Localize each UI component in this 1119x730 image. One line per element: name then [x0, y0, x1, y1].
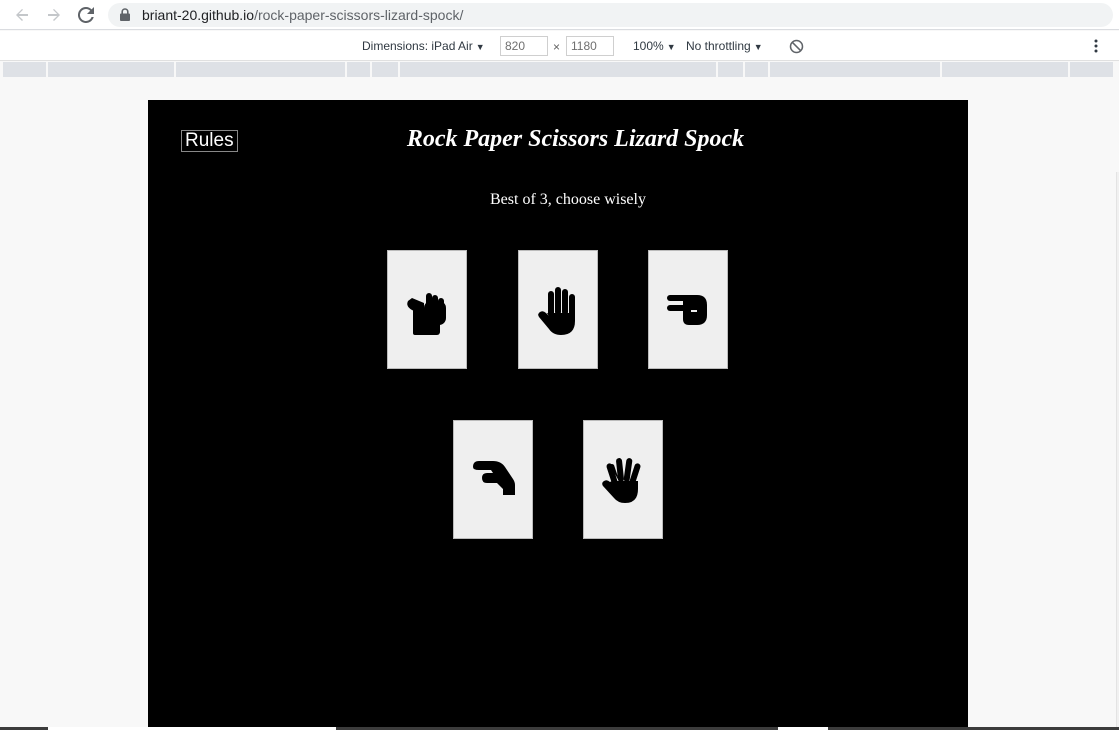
- device-toolbar: Dimensions: iPad Air▼ × 100%▼ No throttl…: [0, 31, 1119, 61]
- arrow-right-icon: [48, 9, 60, 21]
- chevron-down-icon: ▼: [475, 42, 485, 52]
- zoom-label: 100%: [633, 39, 664, 53]
- throttling-select[interactable]: No throttling ▼: [686, 39, 763, 53]
- choice-scissors-card[interactable]: [648, 250, 728, 369]
- hand-paper-icon: [538, 286, 575, 335]
- choice-paper-card[interactable]: [518, 250, 598, 369]
- forward-button[interactable]: [43, 4, 65, 26]
- address-bar[interactable]: briant-20.github.io/rock-paper-scissors-…: [108, 3, 1113, 27]
- media-query-segment[interactable]: [48, 62, 174, 77]
- arrow-left-icon: [16, 9, 28, 21]
- back-button[interactable]: [11, 4, 33, 26]
- media-query-segment[interactable]: [400, 62, 716, 77]
- rotate-icon[interactable]: [789, 39, 804, 54]
- width-input[interactable]: [500, 36, 548, 56]
- times-sign: ×: [553, 40, 561, 54]
- media-query-segment[interactable]: [372, 62, 398, 77]
- zoom-select[interactable]: 100% ▼: [633, 39, 676, 53]
- hand-rock-icon: [407, 292, 446, 335]
- lock-icon: [120, 8, 130, 21]
- url-path: /rock-paper-scissors-lizard-spock/: [254, 7, 464, 23]
- media-query-segment[interactable]: [1070, 62, 1113, 77]
- url-host: briant-20.github.io: [142, 7, 255, 23]
- height-input[interactable]: [566, 36, 614, 56]
- game-subtitle: Best of 3, choose wisely: [490, 191, 646, 208]
- hand-spock-icon: [602, 457, 641, 503]
- media-query-segment[interactable]: [347, 62, 370, 77]
- media-query-segment[interactable]: [3, 62, 46, 77]
- media-query-segment[interactable]: [176, 62, 345, 77]
- media-query-segment[interactable]: [770, 62, 940, 77]
- browser-toolbar: briant-20.github.io/rock-paper-scissors-…: [0, 0, 1119, 30]
- url-text: briant-20.github.io/rock-paper-scissors-…: [142, 7, 463, 23]
- device-select[interactable]: Dimensions: iPad Air ▼: [362, 39, 485, 53]
- choice-spock-card[interactable]: [583, 420, 663, 539]
- chevron-down-icon: ▼: [666, 42, 676, 52]
- reload-button[interactable]: [75, 4, 97, 26]
- media-query-bar: [0, 62, 1119, 78]
- media-query-segment[interactable]: [942, 62, 1068, 77]
- media-query-segment[interactable]: [745, 62, 768, 77]
- choice-lizard-card[interactable]: [453, 420, 533, 539]
- game-title: Rock Paper Scissors Lizard Spock: [406, 126, 745, 152]
- hand-scissors-icon: [667, 294, 707, 325]
- device-viewport: Rules Rock Paper Scissors Lizard Spock B…: [148, 100, 968, 730]
- reload-icon: [78, 7, 94, 23]
- throttling-label: No throttling: [686, 39, 751, 53]
- media-query-segment[interactable]: [718, 62, 743, 77]
- choice-rock-card[interactable]: [387, 250, 467, 369]
- device-label: Dimensions: iPad Air: [362, 39, 473, 53]
- chevron-down-icon: ▼: [753, 42, 763, 52]
- hand-lizard-icon: [473, 460, 515, 495]
- more-options-icon[interactable]: [1093, 38, 1099, 54]
